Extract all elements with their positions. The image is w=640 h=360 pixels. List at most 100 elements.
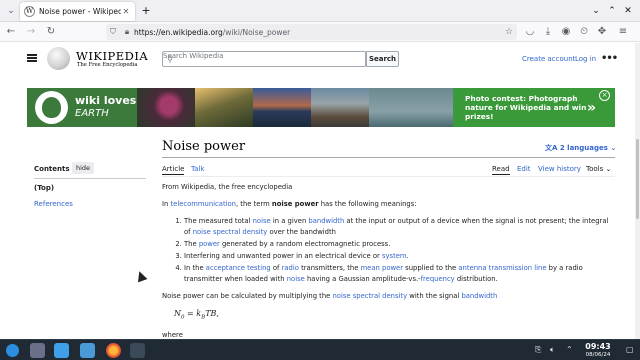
toc-item-references[interactable]: References [34, 200, 73, 208]
meanings-list: The measured total noise in a given band… [162, 216, 612, 285]
browser-nav-bar: ← → ↻ ⛉ 🔒︎ https://en.wikipedia.org/wiki… [0, 22, 640, 42]
link-antenna-transmission-line[interactable]: antenna transmission line [458, 264, 546, 272]
link-bandwidth[interactable]: bandwidth [461, 292, 497, 300]
banner-photo-forest [195, 88, 253, 127]
banner-photo-birds [369, 88, 453, 127]
close-window-icon[interactable]: ✕ [622, 4, 634, 18]
downloads-icon[interactable]: ⤓ [541, 25, 555, 39]
banner-cta-text: Photo contest: Photograph nature for Wik… [465, 94, 587, 121]
tab-list-icon[interactable]: ⌄ [4, 4, 18, 18]
history-icon[interactable]: ⏲ [577, 25, 591, 39]
list-item: The power generated by a random electrom… [184, 239, 612, 250]
system-settings-icon[interactable] [54, 343, 69, 358]
noise-power-formula: N0 = kBTB, [174, 309, 219, 321]
link-noise[interactable]: noise [287, 275, 305, 283]
search-placeholder: Search Wikipedia [163, 52, 224, 60]
account-icon[interactable]: ◉ [559, 25, 573, 39]
banner-arrow-icon: » [587, 100, 597, 116]
clock-date: 08/06/24 [585, 352, 611, 358]
languages-label: 2 languages [559, 144, 608, 152]
translate-icon: 文A [545, 144, 558, 152]
menu-icon[interactable]: ≡ [616, 25, 630, 39]
wiki-loves-earth-banner[interactable]: wiki loves EARTH Photo contest: Photogra… [27, 88, 615, 127]
link-noise-spectral-density[interactable]: noise spectral density [333, 292, 408, 300]
languages-button[interactable]: 文A 2 languages ⌄ [545, 143, 616, 153]
scrollbar-thumb[interactable] [636, 139, 639, 219]
url-text[interactable]: https://en.wikipedia.org/wiki/Noise_powe… [134, 28, 290, 37]
browser-tab-bar: ⌄ W Noise power - Wikipedia ✕ + ⌄ ⌃ ✕ [0, 0, 640, 22]
link-telecommunication[interactable]: telecommunication [170, 200, 235, 208]
show-desktop-icon[interactable]: ▢ [626, 345, 634, 354]
link-radio[interactable]: radio [282, 264, 299, 272]
maximize-icon[interactable]: ⌃ [606, 4, 618, 18]
title-divider [162, 157, 615, 158]
toc-hide-button[interactable]: hide [72, 162, 95, 174]
tab-view-history[interactable]: View history [538, 165, 581, 173]
main-menu-icon[interactable] [27, 54, 37, 62]
link-bandwidth[interactable]: bandwidth [308, 217, 344, 225]
article-body: From Wikipedia, the free encyclopedia In… [162, 182, 612, 347]
bookmark-star-icon[interactable]: ☆ [505, 27, 513, 37]
banner-photo-flower [137, 88, 195, 127]
tabs-divider [162, 176, 615, 177]
tab-article[interactable]: Article [162, 165, 185, 175]
toc-title: Contents [34, 165, 70, 173]
forward-icon[interactable]: → [24, 25, 38, 39]
shield-icon[interactable]: ⛉ [106, 27, 120, 37]
clock-time: 09:43 [585, 342, 611, 351]
link-noise[interactable]: noise [253, 217, 271, 225]
clipboard-icon[interactable]: ⎘ [535, 345, 541, 355]
extensions-icon[interactable]: ✥ [595, 25, 609, 39]
link-mean-power[interactable]: mean power [361, 264, 403, 272]
browser-tab[interactable]: W Noise power - Wikipedia ✕ [20, 2, 135, 21]
file-manager-icon[interactable] [80, 343, 95, 358]
create-account-link[interactable]: Create account [522, 55, 575, 63]
tab-talk[interactable]: Talk [191, 165, 204, 173]
volume-icon[interactable]: 🔈︎ [550, 345, 555, 355]
close-tab-icon[interactable]: ✕ [121, 7, 131, 16]
search-button[interactable]: Search [366, 51, 399, 67]
page-scrollbar[interactable] [635, 43, 640, 339]
link-system[interactable]: system [382, 252, 407, 260]
search-input[interactable]: ⚲ Search Wikipedia [162, 51, 366, 67]
clock[interactable]: 09:43 08/06/24 [580, 342, 616, 359]
banner-close-icon[interactable]: × [599, 90, 610, 101]
tab-read[interactable]: Read [492, 165, 510, 175]
tab-edit[interactable]: Edit [517, 165, 531, 173]
wiki-loves-earth-logo-icon [35, 91, 68, 124]
mouse-cursor-icon [134, 269, 148, 283]
banner-cta[interactable]: Photo contest: Photograph nature for Wik… [453, 88, 615, 127]
reload-icon[interactable]: ↻ [44, 25, 58, 39]
wikipedia-globe-logo[interactable] [47, 47, 70, 70]
terminal-icon[interactable] [130, 343, 145, 358]
url-bar[interactable]: ⛉ 🔒︎ https://en.wikipedia.org/wiki/Noise… [106, 24, 517, 40]
pocket-icon[interactable]: ◡ [523, 25, 537, 39]
page-title: Noise power [162, 139, 246, 154]
banner-brand: wiki loves EARTH [27, 88, 137, 127]
firefox-icon[interactable] [106, 343, 121, 358]
link-power[interactable]: power [199, 240, 220, 248]
from-wikipedia-line: From Wikipedia, the free encyclopedia [162, 183, 293, 191]
link-noise-spectral-density[interactable]: noise spectral density [193, 228, 268, 236]
intro-paragraph: In telecommunication, the term noise pow… [162, 200, 417, 208]
wikipedia-favicon-icon: W [24, 6, 35, 17]
list-item: In the acceptance testing of radio trans… [184, 263, 612, 285]
minimize-icon[interactable]: ⌄ [590, 4, 602, 18]
tray-expand-icon[interactable]: ⌃ [566, 345, 573, 354]
tab-title: Noise power - Wikipedia [39, 7, 121, 16]
new-tab-icon[interactable]: + [140, 4, 152, 18]
back-icon[interactable]: ← [4, 25, 18, 39]
lock-icon[interactable]: 🔒︎ [120, 27, 134, 37]
app-launcher-icon[interactable] [6, 344, 19, 357]
banner-photo-lake [253, 88, 311, 127]
log-in-link[interactable]: Log in [575, 55, 596, 63]
link-frequency[interactable]: frequency [421, 275, 455, 283]
toc-item-top[interactable]: (Top) [34, 184, 54, 192]
link-acceptance-testing[interactable]: acceptance testing [206, 264, 271, 272]
tab-tools[interactable]: Tools ⌄ [586, 165, 611, 173]
more-options-icon[interactable]: ••• [601, 53, 618, 64]
list-item: Interfering and unwanted power in an ele… [184, 251, 612, 262]
virtual-desktops-icon[interactable] [30, 343, 45, 358]
list-item: The measured total noise in a given band… [184, 216, 612, 238]
wikipedia-wordmark[interactable]: WIKIPEDIA [76, 49, 148, 63]
